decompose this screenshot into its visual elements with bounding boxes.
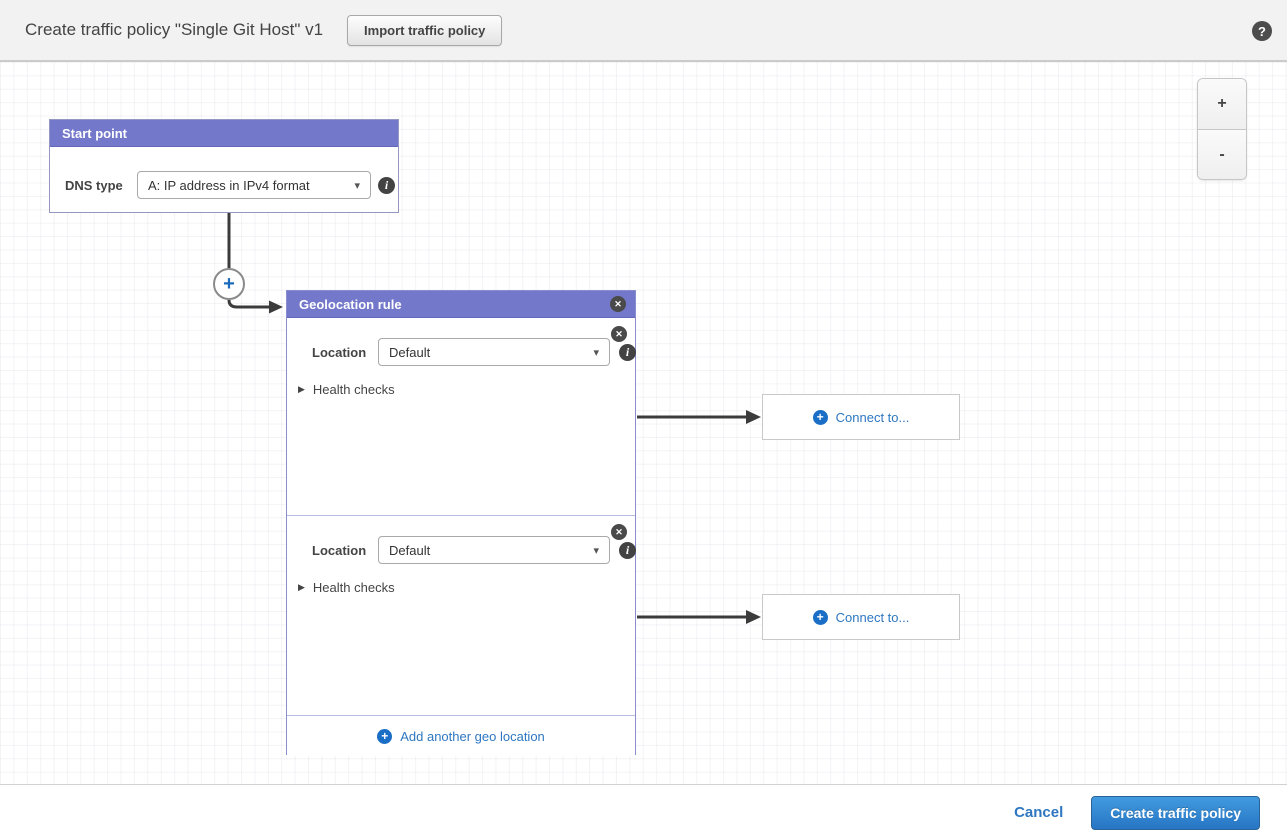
- zoom-in-button[interactable]: +: [1198, 79, 1246, 129]
- zoom-out-button[interactable]: -: [1198, 129, 1246, 179]
- location-select[interactable]: Default ▾: [378, 338, 610, 366]
- start-point-header: Start point: [50, 120, 398, 147]
- action-footer: Cancel Create traffic policy: [0, 785, 1287, 840]
- health-checks-label: Health checks: [313, 580, 395, 595]
- create-traffic-policy-button[interactable]: Create traffic policy: [1091, 796, 1260, 830]
- add-geo-location-label: Add another geo location: [400, 729, 545, 744]
- close-rule-icon[interactable]: ✕: [610, 296, 626, 312]
- chevron-down-icon: ▾: [593, 544, 599, 557]
- geolocation-rule-title: Geolocation rule: [299, 297, 402, 312]
- start-point-title: Start point: [62, 126, 127, 141]
- add-geo-location-button[interactable]: + Add another geo location: [287, 716, 635, 756]
- help-icon[interactable]: ?: [1252, 21, 1272, 41]
- plus-circle-icon: +: [813, 610, 828, 625]
- policy-canvas: + - Start point DNS type A: IP address i…: [0, 62, 1287, 785]
- zoom-control: + -: [1197, 78, 1247, 180]
- connect-to-button[interactable]: + Connect to...: [762, 594, 960, 640]
- dns-type-label: DNS type: [65, 178, 137, 193]
- health-checks-toggle[interactable]: ▶ Health checks: [298, 382, 395, 397]
- disclosure-triangle-icon: ▶: [298, 582, 305, 593]
- dns-type-selected-value: A: IP address in IPv4 format: [148, 178, 310, 193]
- disclosure-triangle-icon: ▶: [298, 384, 305, 395]
- plus-circle-icon: +: [377, 729, 392, 744]
- connect-to-label: Connect to...: [836, 410, 910, 425]
- chevron-down-icon: ▾: [354, 179, 360, 192]
- geo-location-section: ✕ Location Default ▾ i ▶ Health checks: [287, 318, 635, 516]
- location-selected-value: Default: [389, 345, 430, 360]
- health-checks-label: Health checks: [313, 382, 395, 397]
- add-rule-plus-icon[interactable]: +: [213, 268, 245, 300]
- connect-to-button[interactable]: + Connect to...: [762, 394, 960, 440]
- cancel-button[interactable]: Cancel: [1014, 804, 1063, 821]
- location-row: Location Default ▾ i: [312, 536, 636, 564]
- page-title: Create traffic policy "Single Git Host" …: [25, 20, 323, 40]
- top-bar: Create traffic policy "Single Git Host" …: [0, 0, 1287, 62]
- dns-type-row: DNS type A: IP address in IPv4 format ▾ …: [65, 171, 395, 199]
- location-label: Location: [312, 345, 378, 360]
- dns-type-info-icon[interactable]: i: [378, 177, 395, 194]
- dns-type-select[interactable]: A: IP address in IPv4 format ▾: [137, 171, 371, 199]
- location-selected-value: Default: [389, 543, 430, 558]
- geo-location-section: ✕ Location Default ▾ i ▶ Health checks: [287, 516, 635, 716]
- geolocation-rule-box: Geolocation rule ✕ ✕ Location Default ▾ …: [286, 290, 636, 755]
- plus-circle-icon: +: [813, 410, 828, 425]
- import-traffic-policy-button[interactable]: Import traffic policy: [347, 15, 502, 46]
- geolocation-rule-header: Geolocation rule ✕: [287, 291, 635, 318]
- location-info-icon[interactable]: i: [619, 344, 636, 361]
- chevron-down-icon: ▾: [593, 346, 599, 359]
- start-point-box: Start point DNS type A: IP address in IP…: [49, 119, 399, 213]
- location-label: Location: [312, 543, 378, 558]
- location-select[interactable]: Default ▾: [378, 536, 610, 564]
- connect-to-label: Connect to...: [836, 610, 910, 625]
- location-row: Location Default ▾ i: [312, 338, 636, 366]
- health-checks-toggle[interactable]: ▶ Health checks: [298, 580, 395, 595]
- location-info-icon[interactable]: i: [619, 542, 636, 559]
